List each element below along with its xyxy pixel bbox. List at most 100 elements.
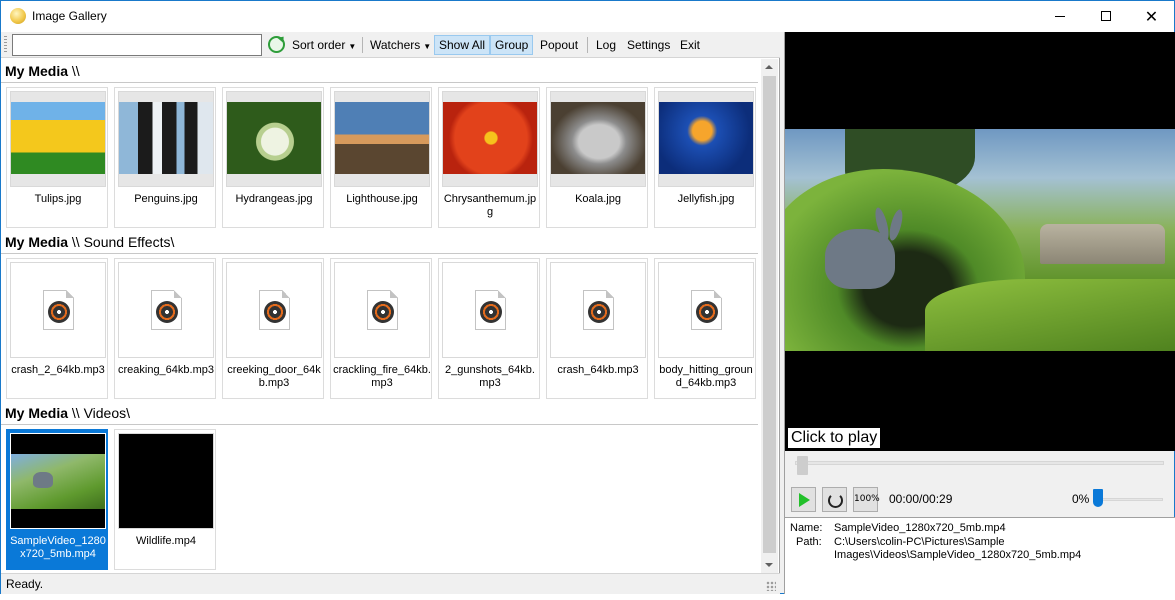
- group-path: \\ Sound Effects\: [71, 234, 175, 250]
- chevron-down-icon: ▼: [348, 42, 357, 51]
- search-input[interactable]: [12, 34, 262, 56]
- audio-file-icon: [43, 290, 74, 330]
- audio-file-icon: [583, 290, 614, 330]
- volume-percent: 0%: [1072, 492, 1090, 506]
- file-path-value: C:\Users\colin-PC\Pictures\Sample Images…: [834, 536, 1082, 561]
- gallery-tile[interactable]: Lighthouse.jpg: [330, 87, 432, 228]
- gallery-tile[interactable]: Tulips.jpg: [6, 87, 108, 228]
- thumbnail: [334, 91, 430, 187]
- sort-order-label: Sort order: [292, 38, 346, 52]
- watchers-label: Watchers: [370, 38, 421, 52]
- toolbar-grip[interactable]: [4, 36, 7, 54]
- log-button[interactable]: Log: [592, 35, 620, 55]
- thumbnail: [442, 262, 538, 358]
- gallery-tile[interactable]: creaking_64kb.mp3: [114, 258, 216, 399]
- gallery-tile[interactable]: crackling_fire_64kb.mp3: [330, 258, 432, 399]
- gallery-tile[interactable]: Hydrangeas.jpg: [222, 87, 324, 228]
- minimize-button[interactable]: [1037, 1, 1082, 31]
- group-button[interactable]: Group: [490, 35, 534, 55]
- tile-caption: Chrysanthemum.jpg: [443, 193, 537, 218]
- gallery-tile[interactable]: crash_64kb.mp3: [546, 258, 648, 399]
- tile-caption: Koala.jpg: [575, 193, 621, 205]
- close-button[interactable]: ✕: [1129, 1, 1174, 31]
- thumbnail: [550, 262, 646, 358]
- group-header: My Media \\ Sound Effects\: [5, 234, 174, 252]
- tile-caption: body_hitting_ground_64kb.mp3: [659, 364, 753, 389]
- audio-file-icon: [151, 290, 182, 330]
- gallery-tile-selected[interactable]: SampleVideo_1280x720_5mb.mp4: [6, 429, 108, 570]
- tile-caption: crash_64kb.mp3: [557, 364, 639, 376]
- tile-caption: Lighthouse.jpg: [346, 193, 418, 205]
- tile-caption: Wildlife.mp4: [136, 535, 196, 547]
- gallery-tile[interactable]: Chrysanthemum.jpg: [438, 87, 540, 228]
- minimize-icon: [1054, 15, 1065, 17]
- refresh-icon[interactable]: [268, 36, 285, 53]
- file-name-value: SampleVideo_1280x720_5mb.mp4: [834, 522, 1006, 534]
- audio-file-icon: [691, 290, 722, 330]
- tile-caption: Hydrangeas.jpg: [235, 193, 313, 205]
- title-bar: Image Gallery ✕: [1, 1, 1174, 32]
- audio-file-icon: [475, 290, 506, 330]
- tile-caption: Penguins.jpg: [134, 193, 198, 205]
- sort-order-dropdown[interactable]: Sort order ▼: [288, 35, 360, 55]
- gallery-tile[interactable]: 2_gunshots_64kb.mp3: [438, 258, 540, 399]
- tile-caption: creeking_door_64kb.mp3: [227, 364, 321, 389]
- group-header: My Media \\: [5, 63, 80, 81]
- thumbnail: [550, 91, 646, 187]
- group-path: \\ Videos\: [71, 405, 131, 421]
- exit-button[interactable]: Exit: [676, 35, 704, 55]
- playback-time: 00:00/00:29: [889, 492, 953, 506]
- gallery-tile[interactable]: Koala.jpg: [546, 87, 648, 228]
- toolbar: Sort order ▼ Watchers ▼ Show All Group Pop…: [1, 32, 780, 58]
- name-label: Name:: [790, 522, 823, 534]
- gallery-tile[interactable]: crash_2_64kb.mp3: [6, 258, 108, 399]
- preview-pane: Click to play 100% 00:00/00:29 0% Name: …: [784, 32, 1175, 594]
- group-divider: [1, 424, 758, 425]
- group-root: My Media: [5, 405, 69, 421]
- video-frame: [785, 129, 1175, 351]
- thumbnail: [226, 262, 322, 358]
- watchers-dropdown[interactable]: Watchers ▼: [366, 35, 435, 55]
- group-root: My Media: [5, 234, 69, 250]
- settings-button[interactable]: Settings: [623, 35, 674, 55]
- close-icon: ✕: [1144, 6, 1159, 26]
- tile-caption: 2_gunshots_64kb.mp3: [445, 364, 535, 389]
- window-title: Image Gallery: [32, 9, 107, 23]
- gallery-tile[interactable]: Wildlife.mp4: [114, 429, 216, 570]
- resize-grip-icon[interactable]: [766, 581, 776, 591]
- scroll-down-icon[interactable]: [765, 563, 773, 567]
- tile-caption: creaking_64kb.mp3: [117, 364, 214, 376]
- toolbar-separator: [587, 37, 588, 53]
- chevron-down-icon: ▼: [423, 42, 432, 51]
- seek-track[interactable]: [795, 461, 1164, 465]
- group-path: \\: [71, 63, 80, 79]
- click-to-play-overlay[interactable]: Click to play: [788, 428, 881, 448]
- vertical-scrollbar[interactable]: [761, 59, 778, 573]
- gallery-tile[interactable]: creeking_door_64kb.mp3: [222, 258, 324, 399]
- maximize-button[interactable]: [1083, 1, 1128, 31]
- thumbnail: [10, 262, 106, 358]
- status-bar: Ready.: [1, 573, 780, 594]
- gallery-tile[interactable]: Jellyfish.jpg: [654, 87, 756, 228]
- volume-track[interactable]: [1095, 498, 1163, 501]
- seek-slider-thumb[interactable]: [797, 456, 808, 475]
- scrollbar-thumb[interactable]: [763, 76, 776, 553]
- path-label: Path:: [796, 536, 822, 548]
- thumbnail: [10, 91, 106, 187]
- loop-button[interactable]: [822, 487, 847, 512]
- gallery-tile[interactable]: body_hitting_ground_64kb.mp3: [654, 258, 756, 399]
- thumbnail: [118, 262, 214, 358]
- audio-file-icon: [367, 290, 398, 330]
- volume-slider-thumb[interactable]: [1093, 489, 1103, 507]
- tile-caption: crackling_fire_64kb.mp3: [333, 364, 431, 389]
- play-button[interactable]: [791, 487, 816, 512]
- maximize-icon: [1100, 11, 1111, 21]
- thumbnail: [10, 433, 106, 529]
- show-all-button[interactable]: Show All: [434, 35, 491, 55]
- scroll-up-icon[interactable]: [765, 65, 773, 69]
- gallery-tile[interactable]: Penguins.jpg: [114, 87, 216, 228]
- popout-button[interactable]: Popout: [536, 35, 582, 55]
- thumbnail: [658, 262, 754, 358]
- video-player[interactable]: Click to play: [785, 32, 1175, 451]
- zoom-100-button[interactable]: 100%: [853, 487, 880, 512]
